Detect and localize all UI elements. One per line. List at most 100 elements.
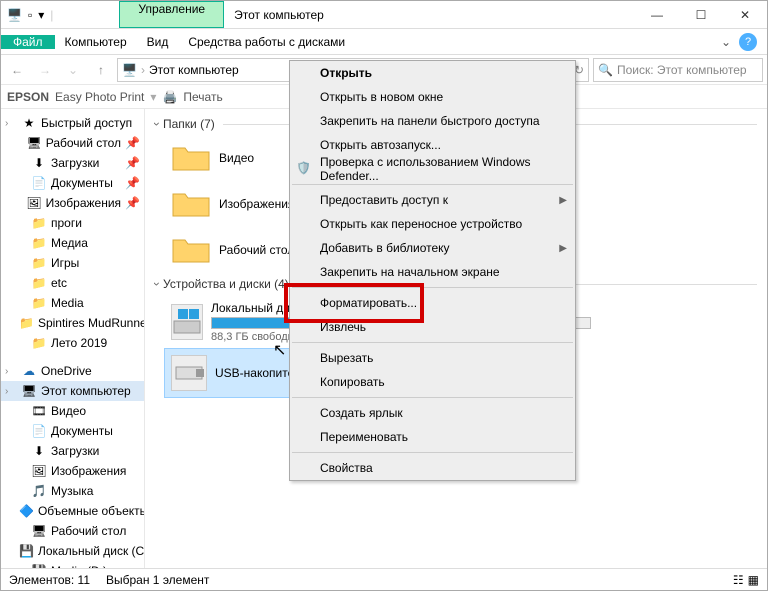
tree-label: Лето 2019	[51, 336, 107, 350]
context-item[interactable]: Открыть как переносное устройство	[290, 212, 575, 236]
drive-icon	[171, 355, 207, 391]
tree-item[interactable]: 💾Локальный диск (C:)	[1, 541, 144, 561]
tree-item[interactable]: 💾Media (D:)	[1, 561, 144, 568]
nav-recent-button[interactable]: ⌄	[61, 58, 85, 82]
tree-item[interactable]: ›🖥Этот компьютер	[1, 381, 144, 401]
qat-item[interactable]: ▫	[28, 8, 32, 22]
pin-icon: 📌	[125, 136, 140, 150]
view-large-icon[interactable]: ▦	[748, 573, 759, 587]
folder-icon: 📁	[31, 215, 47, 231]
context-item[interactable]: Открыть	[290, 61, 575, 85]
tree-label: Изображения	[46, 196, 121, 210]
ribbon-tab-file[interactable]: Файл	[1, 35, 55, 49]
help-icon[interactable]: ?	[739, 33, 757, 51]
context-item[interactable]: Открыть в новом окне	[290, 85, 575, 109]
tree-item[interactable]: ⬇Загрузки	[1, 441, 144, 461]
ribbon-collapse-icon[interactable]: ⌄	[721, 35, 731, 49]
maximize-button[interactable]: ☐	[679, 1, 723, 28]
tree-item[interactable]: ›★Быстрый доступ	[1, 113, 144, 133]
tree-item[interactable]: 🖥Рабочий стол	[1, 521, 144, 541]
tree-item[interactable]: 🎞Видео	[1, 401, 144, 421]
context-item[interactable]: Вырезать	[290, 346, 575, 370]
desktop-icon: 🖥	[26, 135, 41, 151]
tree-label: Документы	[51, 424, 113, 438]
qat-item[interactable]: ▾	[38, 8, 44, 22]
tree-item[interactable]: ⬇Загрузки📌	[1, 153, 144, 173]
tree-label: проги	[51, 216, 82, 230]
tree-item[interactable]: 📄Документы📌	[1, 173, 144, 193]
context-item[interactable]: Закрепить на начальном экране	[290, 260, 575, 284]
ribbon-tab-manage[interactable]: Управление	[119, 1, 224, 28]
expand-icon[interactable]: ›	[5, 386, 17, 397]
download-icon: ⬇	[31, 155, 47, 171]
tree-item[interactable]: 🖼Изображения📌	[1, 193, 144, 213]
tree-item[interactable]: 📁Spintires MudRunner	[1, 313, 144, 333]
tree-item[interactable]: 🔷Объемные объекты	[1, 501, 144, 521]
context-item[interactable]: Создать ярлык	[290, 401, 575, 425]
tree-item[interactable]: 📁 Лето 2019	[1, 333, 144, 353]
group-title: Устройства и диски (4)	[163, 277, 289, 291]
status-items: Элементов: 11	[9, 573, 90, 587]
pin-icon: 📌	[125, 196, 140, 210]
tree-item[interactable]: 📁 Media	[1, 293, 144, 313]
doc-icon: 📄	[31, 423, 47, 439]
expand-icon[interactable]: ›	[5, 366, 17, 377]
context-item[interactable]: Копировать	[290, 370, 575, 394]
context-item[interactable]: Свойства	[290, 456, 575, 480]
ribbon-tab-view[interactable]: Вид	[137, 28, 179, 56]
close-button[interactable]: ✕	[723, 1, 767, 28]
nav-forward-button[interactable]: →	[33, 58, 57, 82]
folder-icon: 📁	[31, 335, 47, 351]
cursor-icon: ↖	[273, 340, 286, 360]
context-label: Открыть автозапуск...	[320, 138, 441, 152]
tree-label: Media	[51, 296, 84, 310]
context-item[interactable]: 🛡️Проверка с использованием Windows Defe…	[290, 157, 575, 181]
print-icon[interactable]: 🖨️	[162, 90, 177, 104]
context-item[interactable]: Переименовать	[290, 425, 575, 449]
tree-label: Рабочий стол	[46, 136, 121, 150]
tree-item[interactable]: 📁Игры	[1, 253, 144, 273]
doc-icon: 📄	[31, 175, 47, 191]
folder-label: Рабочий стол	[219, 243, 294, 257]
nav-up-button[interactable]: ↑	[89, 58, 113, 82]
tree-label: Медиа	[51, 236, 88, 250]
context-label: Переименовать	[320, 430, 408, 444]
context-item[interactable]: Закрепить на панели быстрого доступа	[290, 109, 575, 133]
tree-item[interactable]: 📄 Документы	[1, 421, 144, 441]
tree-item[interactable]: ›☁OneDrive	[1, 361, 144, 381]
search-input[interactable]: 🔍 Поиск: Этот компьютер	[593, 58, 763, 82]
folder-icon: 📁	[19, 315, 34, 331]
tree-label: Загрузки	[51, 444, 99, 458]
tree-item[interactable]: 📁etc	[1, 273, 144, 293]
tree-item[interactable]: 📁Медиа	[1, 233, 144, 253]
print-label[interactable]: Печать	[183, 90, 222, 104]
context-item[interactable]: Предоставить доступ к▶	[290, 188, 575, 212]
minimize-button[interactable]: —	[635, 1, 679, 28]
context-label: Добавить в библиотеку	[320, 241, 450, 255]
tree-label: Документы	[51, 176, 113, 190]
expand-icon[interactable]: ›	[5, 118, 17, 129]
context-item[interactable]: Открыть автозапуск...	[290, 133, 575, 157]
tree-item[interactable]: 📁 проги	[1, 213, 144, 233]
tree-label: etc	[51, 276, 67, 290]
cloud-icon: ☁	[21, 363, 37, 379]
nav-tree[interactable]: ›★Быстрый доступ🖥Рабочий стол📌⬇Загрузки📌…	[1, 109, 145, 568]
folder-icon: 📁	[31, 295, 47, 311]
context-menu[interactable]: ОткрытьОткрыть в новом окнеЗакрепить на …	[289, 60, 576, 481]
chevron-down-icon[interactable]: ›	[150, 282, 164, 286]
ribbon-tab-computer[interactable]: Компьютер	[55, 28, 137, 56]
tree-item[interactable]: 🎵Музыка	[1, 481, 144, 501]
nav-back-button[interactable]: ←	[5, 58, 29, 82]
tree-item[interactable]: 🖼Изображения	[1, 461, 144, 481]
ribbon-subtools[interactable]: Средства работы с дисками	[178, 28, 355, 56]
view-details-icon[interactable]: ☷	[733, 573, 744, 587]
folder-label: Изображения	[219, 197, 294, 211]
chevron-down-icon[interactable]: ›	[150, 122, 164, 126]
context-item[interactable]: Добавить в библиотеку▶	[290, 236, 575, 260]
context-label: Открыть	[320, 66, 372, 80]
epson-brand: EPSON	[7, 90, 49, 104]
folder-icon	[171, 141, 211, 175]
window-title: Этот компьютер	[224, 1, 635, 28]
tree-item[interactable]: 🖥 Рабочий стол 📌	[1, 133, 144, 153]
app-icon: 🖥️	[7, 8, 22, 22]
